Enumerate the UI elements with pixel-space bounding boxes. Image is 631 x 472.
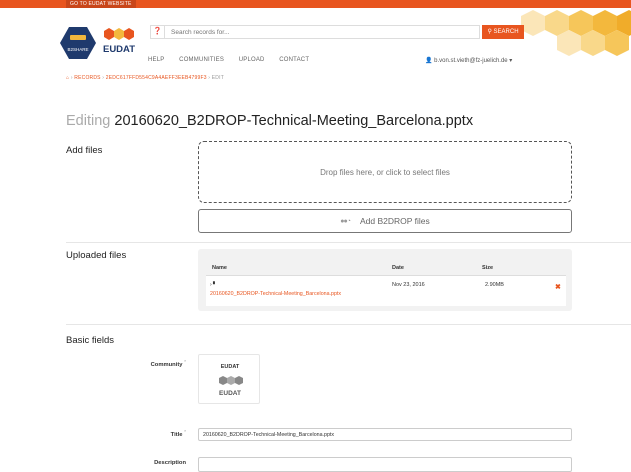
community-label: Community *: [150, 360, 186, 368]
user-menu[interactable]: 👤 b.von.st.vieth@fz-juelich.de ▾: [425, 57, 512, 64]
community-logo-text: EUDAT: [219, 390, 241, 397]
file-date: Nov 23, 2016: [392, 282, 425, 288]
add-b2drop-button[interactable]: ●●◔ Add B2DROP files: [198, 209, 572, 233]
delete-file-icon[interactable]: ✖: [555, 283, 561, 291]
b2share-text: B2SHARE: [67, 47, 88, 52]
breadcrumb-records[interactable]: RECORDS: [74, 75, 100, 81]
file-expand-icon[interactable]: › ▘: [210, 282, 217, 288]
file-name-link[interactable]: 20160620_B2DROP-Technical-Meeting_Barcel…: [210, 291, 341, 297]
col-size: Size: [482, 265, 494, 271]
nav-contact[interactable]: CONTACT: [279, 57, 309, 63]
page-title: Editing 20160620_B2DROP-Technical-Meetin…: [66, 113, 473, 129]
file-dropzone[interactable]: Drop files here, or click to select file…: [198, 141, 572, 203]
breadcrumb-current: EDIT: [211, 75, 224, 81]
col-name: Name: [212, 265, 227, 271]
nav-upload[interactable]: UPLOAD: [239, 57, 265, 63]
search-box: ❓: [150, 25, 480, 39]
top-bar: GO TO EUDAT WEBSITE: [0, 0, 631, 8]
divider: [66, 324, 631, 325]
description-label: Description: [154, 460, 186, 466]
nav-help[interactable]: HELP: [148, 57, 164, 63]
eudat-website-link[interactable]: GO TO EUDAT WEBSITE: [66, 0, 136, 8]
breadcrumb-record-id[interactable]: 2EDC617FFD554C9A4AEFF3EEB4799F3: [106, 75, 207, 81]
main-nav: HELP COMMUNITIES UPLOAD CONTACT: [148, 57, 322, 63]
title-label: Title *: [170, 430, 186, 438]
add-files-label: Add files: [66, 145, 103, 156]
search-input[interactable]: [171, 27, 451, 37]
dropzone-text: Drop files here, or click to select file…: [320, 167, 450, 177]
home-icon[interactable]: ⌂: [66, 75, 69, 81]
user-icon: 👤: [425, 58, 433, 64]
help-icon[interactable]: ❓: [151, 26, 165, 38]
eudat-text: EUDAT: [103, 44, 135, 55]
b2drop-button-label: Add B2DROP files: [359, 216, 430, 226]
eudat-community-logo: EUDAT: [219, 376, 243, 397]
community-name: EUDAT: [220, 364, 240, 370]
title-filename: 20160620_B2DROP-Technical-Meeting_Barcel…: [114, 113, 474, 129]
search-button[interactable]: ⚲ SEARCH: [482, 25, 524, 39]
divider: [66, 242, 631, 243]
title-input[interactable]: 20160620_B2DROP-Technical-Meeting_Barcel…: [198, 428, 572, 441]
title-prefix: Editing: [66, 113, 111, 129]
file-size: 2.90MB: [485, 282, 504, 288]
community-card[interactable]: EUDAT EUDAT: [198, 354, 260, 404]
description-textarea[interactable]: [198, 457, 572, 472]
nav-communities[interactable]: COMMUNITIES: [179, 57, 224, 63]
breadcrumb: ⌂ › RECORDS › 2EDC617FFD554C9A4AEFF3EEB4…: [66, 75, 224, 81]
b2share-eudat-logo[interactable]: B2SHARE EUDAT: [58, 25, 138, 61]
basic-fields-label: Basic fields: [66, 335, 115, 346]
uploaded-files-label: Uploaded files: [66, 250, 127, 261]
b2drop-icon: ●●◔: [340, 217, 351, 225]
col-date: Date: [392, 265, 404, 271]
user-email: b.von.st.vieth@fz-juelich.de: [434, 58, 508, 64]
